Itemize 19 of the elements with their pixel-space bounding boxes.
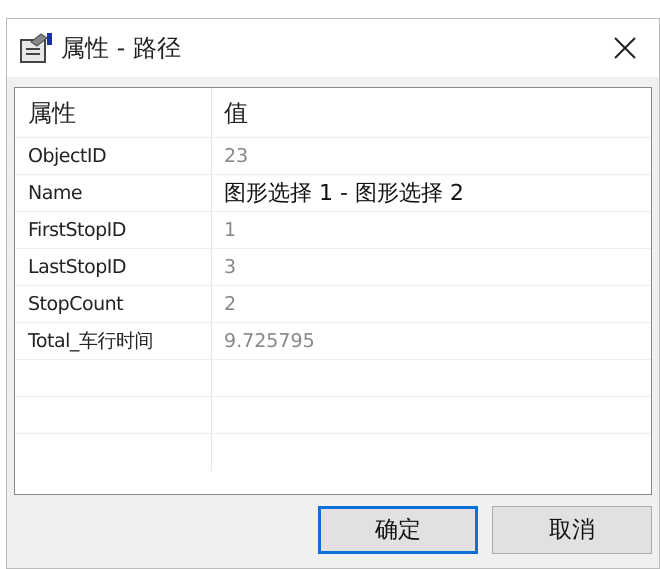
property-name: Name — [28, 180, 82, 206]
column-header: 值 — [224, 98, 248, 128]
property-value: 3 — [224, 254, 236, 280]
property-value: 2 — [224, 292, 236, 317]
dialog-button[interactable]: 确定 — [318, 506, 478, 554]
property-value: 1 — [224, 218, 236, 243]
properties-icon — [19, 32, 55, 64]
dialog-button[interactable]: 取消 — [492, 506, 652, 554]
property-value: 9.725795 — [224, 328, 315, 354]
property-name: Total_车行时间 — [28, 328, 153, 354]
window-title: 属性 - 路径 — [61, 33, 181, 64]
property-name: StopCount — [28, 292, 124, 317]
property-name: ObjectID — [28, 144, 106, 169]
close-icon[interactable] — [613, 36, 637, 60]
property-value: 23 — [224, 144, 248, 169]
property-value[interactable]: 图形选择 1 - 图形选择 2 — [224, 176, 464, 210]
column-header: 属性 — [28, 98, 76, 128]
property-name: LastStopID — [28, 254, 126, 280]
property-name: FirstStopID — [28, 218, 126, 243]
